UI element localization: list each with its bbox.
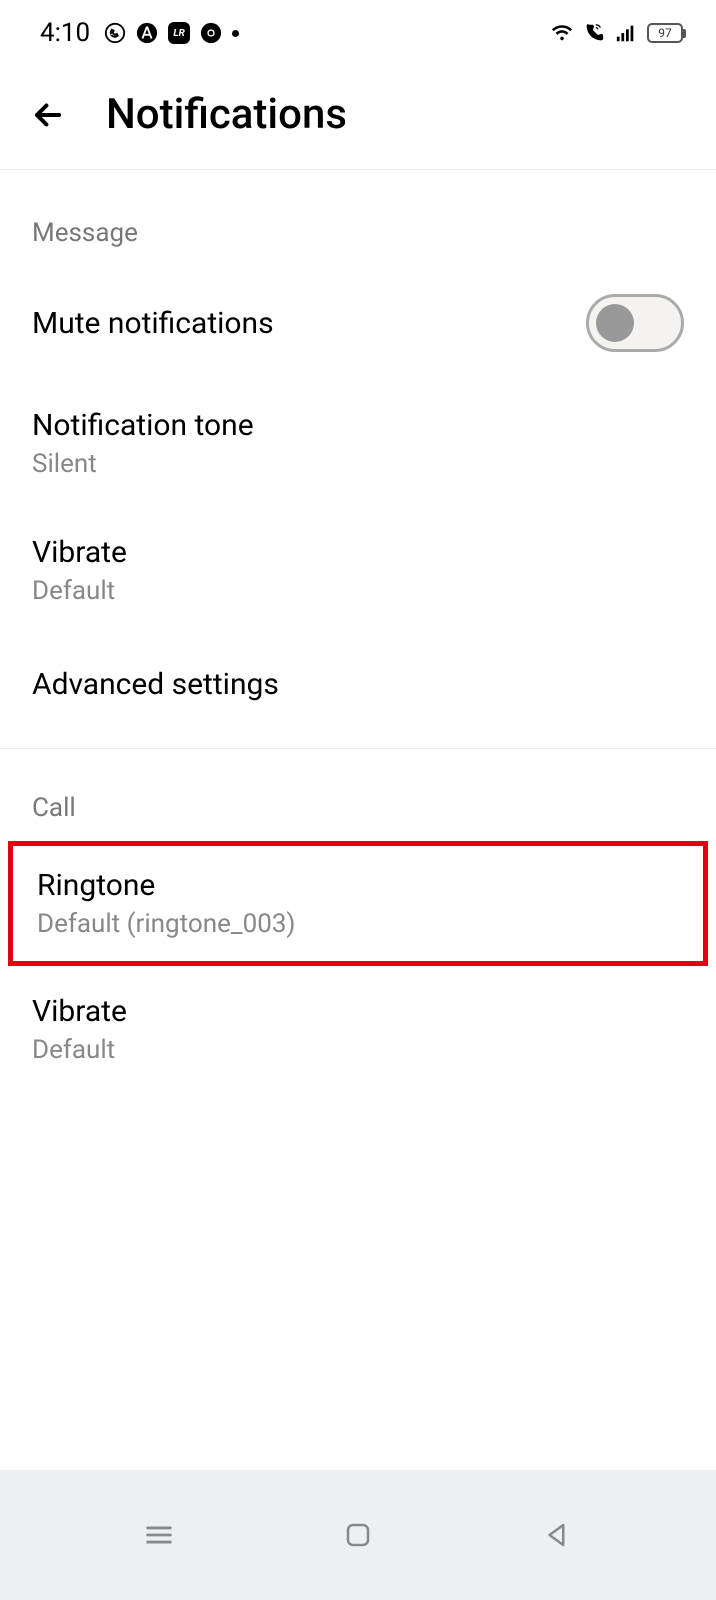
notification-tone-value: Silent [32,449,254,479]
chrome-icon [200,22,222,44]
section-header-call: Call [0,763,716,841]
ringtone-highlight: Ringtone Default (ringtone_003) [8,841,708,966]
page-header: Notifications [0,60,716,170]
ringtone-title: Ringtone [37,868,295,903]
section-header-message: Message [0,170,716,266]
back-button[interactable] [28,95,68,135]
wifi-icon [551,22,573,44]
whatsapp-icon [104,22,126,44]
battery-indicator: 97 [647,23,686,43]
navigation-bar [0,1470,716,1600]
wifi-calling-icon [583,22,605,44]
status-bar: 4:10 LR 97 [0,0,716,60]
toggle-knob [596,304,634,342]
signal-icon [615,22,637,44]
call-vibrate-title: Vibrate [32,994,127,1029]
status-left: 4:10 LR [40,18,239,48]
call-vibrate-row[interactable]: Vibrate Default [0,966,716,1093]
message-vibrate-title: Vibrate [32,535,127,570]
app-icon-a [136,22,158,44]
advanced-settings-row[interactable]: Advanced settings [0,634,716,734]
advanced-settings-title: Advanced settings [32,667,279,702]
recent-apps-button[interactable] [139,1515,179,1555]
home-button[interactable] [338,1515,378,1555]
mute-notifications-toggle[interactable] [586,294,684,352]
status-time: 4:10 [40,18,90,48]
more-notifications-dot [232,30,239,37]
ringtone-value: Default (ringtone_003) [37,909,295,939]
status-notification-icons: LR [104,22,239,44]
back-nav-button[interactable] [537,1515,577,1555]
mute-notifications-title: Mute notifications [32,306,274,341]
call-vibrate-value: Default [32,1035,127,1065]
page-title: Notifications [106,90,347,139]
notification-tone-title: Notification tone [32,408,254,443]
battery-level: 97 [658,26,672,40]
lr-app-icon: LR [168,22,190,44]
ringtone-row[interactable]: Ringtone Default (ringtone_003) [13,846,703,961]
message-vibrate-value: Default [32,576,127,606]
status-right: 97 [551,22,686,44]
notification-tone-row[interactable]: Notification tone Silent [0,380,716,507]
message-vibrate-row[interactable]: Vibrate Default [0,507,716,634]
mute-notifications-row[interactable]: Mute notifications [0,266,716,380]
section-divider [0,748,716,749]
